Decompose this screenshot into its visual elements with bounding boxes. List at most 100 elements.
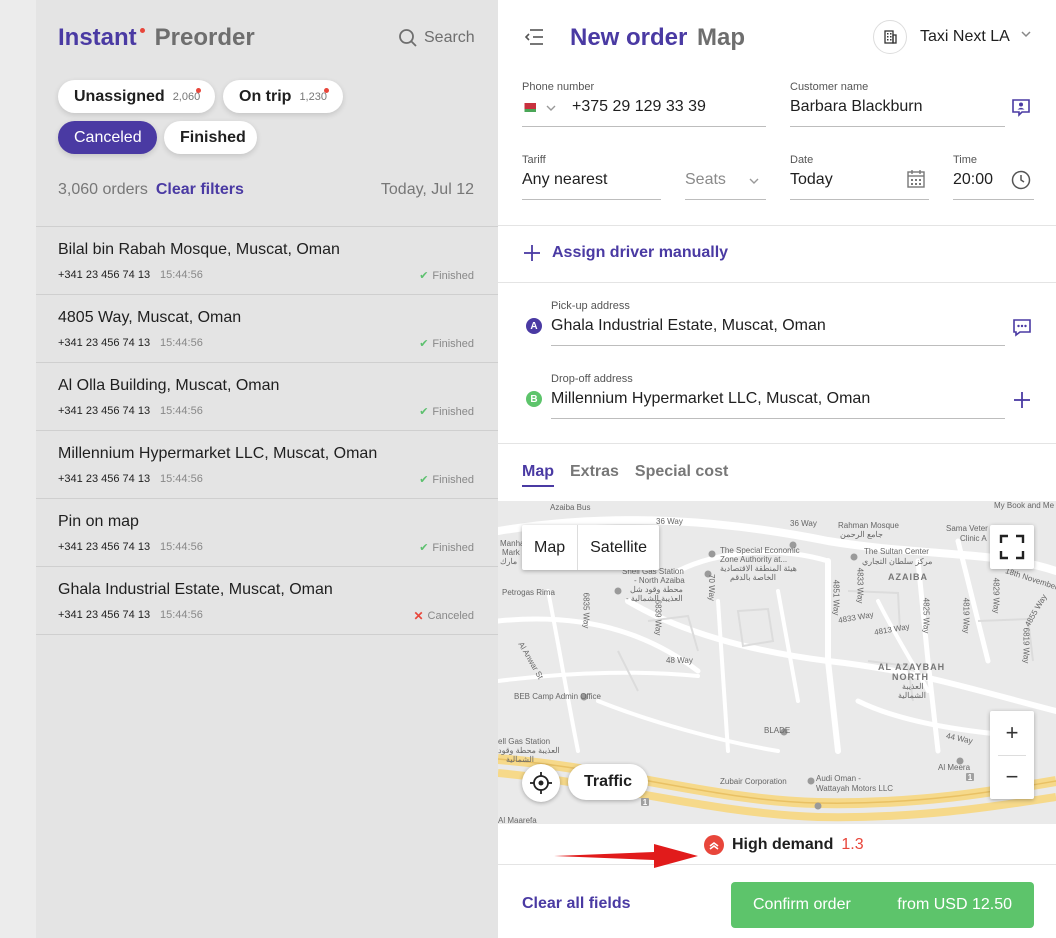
map-label: 4833 Way — [855, 567, 865, 604]
filter-on-trip[interactable]: On trip 1,230 — [223, 80, 343, 113]
notification-dot — [196, 88, 201, 93]
order-row[interactable]: 4805 Way, Muscat, Oman +341 23 456 74 13… — [36, 295, 498, 363]
phone-field[interactable]: Phone number +375 29 129 33 39 — [522, 81, 766, 127]
clear-all-fields-button[interactable]: Clear all fields — [522, 895, 631, 913]
chevron-down-icon[interactable] — [546, 105, 556, 112]
status-label: Finished — [432, 269, 474, 282]
traffic-toggle[interactable]: Traffic — [568, 764, 649, 800]
filter-finished[interactable]: Finished — [164, 121, 257, 154]
order-row[interactable]: Millennium Hypermarket LLC, Muscat, Oman… — [36, 431, 498, 499]
check-icon: ✔ — [419, 270, 429, 282]
check-icon: ✔ — [419, 338, 429, 350]
divider — [498, 225, 1056, 226]
map-type-satellite[interactable]: Satellite — [578, 525, 659, 570]
order-row[interactable]: Pin on map +341 23 456 74 13 15:44:56 ✔ F… — [36, 499, 498, 567]
assign-driver-label: Assign driver manually — [552, 244, 729, 261]
map-label: Zubair Corporation — [720, 777, 787, 786]
date-field[interactable]: Date Today — [790, 154, 929, 200]
order-address: Millennium Hypermarket LLC, Muscat, Oman — [58, 445, 378, 462]
filter-label: On trip — [239, 87, 292, 105]
contact-card-icon[interactable] — [1011, 97, 1031, 117]
map-label: Sama Veter — [946, 524, 988, 533]
map-label: 4819 Way — [961, 597, 971, 634]
order-phone: +341 23 456 74 13 — [58, 337, 151, 349]
seats-select[interactable]: Seats — [685, 154, 766, 200]
tab-instant[interactable]: Instant — [58, 24, 145, 52]
clock-icon[interactable] — [1011, 170, 1031, 190]
map-label: AZAIBA — [888, 572, 928, 582]
map-type-map[interactable]: Map — [522, 525, 577, 570]
tab-special-cost[interactable]: Special cost — [635, 463, 728, 487]
order-time: 15:44:56 — [160, 337, 203, 349]
map-label: العذيبة محطة وقود — [498, 746, 560, 755]
notification-dot — [139, 28, 145, 33]
map-label: Al Maarefa — [498, 816, 537, 824]
order-phone: +341 23 456 74 13 — [58, 541, 151, 553]
tariff-value: Any nearest — [522, 171, 608, 188]
map-label: 1 — [967, 773, 973, 782]
chevron-down-icon[interactable] — [1020, 30, 1032, 38]
zoom-out-button[interactable]: − — [990, 755, 1034, 799]
order-phone: +341 23 456 74 13 — [58, 269, 151, 281]
map-label: Wattayah Motors LLC — [816, 784, 894, 793]
confirm-price: from USD 12.50 — [897, 896, 1012, 913]
filter-label: Unassigned — [74, 87, 165, 105]
order-header: New order Map Taxi Next LA — [498, 0, 1056, 74]
search-button[interactable]: Search — [398, 28, 475, 48]
organization-name[interactable]: Taxi Next LA — [920, 28, 1010, 46]
map-label: Azaiba Bus — [550, 503, 591, 512]
map-label: Audi Oman - — [816, 774, 861, 783]
order-phone: +341 23 456 74 13 — [58, 609, 151, 621]
map-label: 4851 Way — [831, 579, 841, 616]
orders-date: Today, Jul 12 — [380, 181, 474, 198]
order-list: Bilal bin Rabah Mosque, Muscat, Oman +34… — [36, 226, 498, 635]
tab-preorder[interactable]: Preorder — [155, 24, 255, 52]
order-status: ✔ Finished — [419, 473, 474, 487]
map-label: الشمالية — [898, 691, 926, 700]
annotation-arrow-icon — [554, 844, 698, 868]
map-label: جامع الرحمن — [840, 530, 883, 539]
customer-label: Customer name — [790, 81, 869, 93]
confirm-order-button[interactable]: Confirm order from USD 12.50 — [731, 882, 1034, 928]
demand-label: High demand — [732, 836, 834, 853]
time-label: Time — [953, 154, 978, 166]
assign-driver-button[interactable]: Assign driver manually — [522, 243, 728, 263]
check-icon: ✔ — [419, 474, 429, 486]
check-icon: ✔ — [419, 406, 429, 418]
surge-icon — [704, 835, 724, 855]
tab-extras[interactable]: Extras — [570, 463, 619, 487]
order-row[interactable]: Ghala Industrial Estate, Muscat, Oman +3… — [36, 567, 498, 635]
filter-unassigned[interactable]: Unassigned 2,060 — [58, 80, 215, 113]
map-label: Manha — [500, 539, 525, 548]
pickup-address-field[interactable]: Pick-up address Ghala Industrial Estate,… — [551, 300, 1005, 346]
tab-map-view[interactable]: Map — [522, 463, 554, 487]
flag-icon[interactable] — [522, 103, 536, 112]
route-map[interactable]: Azaiba Bus 36 Way 36 Way Rahman Mosque ج… — [498, 501, 1056, 824]
divider — [498, 443, 1056, 444]
tariff-field[interactable]: Tariff Any nearest — [522, 154, 661, 200]
map-label: Mark — [502, 548, 520, 557]
customer-name-field[interactable]: Customer name Barbara Blackburn — [790, 81, 1005, 127]
order-row[interactable]: Al Olla Building, Muscat, Oman +341 23 4… — [36, 363, 498, 431]
organization-avatar[interactable] — [873, 20, 907, 54]
clear-filters-link[interactable]: Clear filters — [156, 181, 244, 199]
order-row[interactable]: Bilal bin Rabah Mosque, Muscat, Oman +34… — [36, 227, 498, 295]
add-stop-icon[interactable] — [1012, 390, 1032, 410]
time-field[interactable]: Time 20:00 — [953, 154, 1034, 200]
comment-icon[interactable] — [1012, 317, 1032, 337]
tab-map[interactable]: Map — [697, 24, 745, 52]
zoom-in-button[interactable]: + — [990, 711, 1034, 755]
dropoff-value: Millennium Hypermarket LLC, Muscat, Oman — [551, 390, 871, 407]
dropoff-address-field[interactable]: Drop-off address Millennium Hypermarket … — [551, 373, 1005, 419]
map-label: Al Meera — [938, 763, 971, 772]
tab-new-order[interactable]: New order — [570, 24, 687, 52]
calendar-icon[interactable] — [906, 169, 926, 189]
fullscreen-button[interactable] — [990, 525, 1034, 569]
filter-canceled[interactable]: Canceled — [58, 121, 157, 154]
my-location-button[interactable] — [522, 764, 560, 802]
orders-count: 3,060 orders — [58, 181, 148, 198]
collapse-menu-icon[interactable] — [524, 28, 544, 46]
pickup-label: Pick-up address — [551, 300, 630, 312]
filter-count: 1,230 — [299, 90, 327, 103]
map-label: 6839 Way — [653, 599, 663, 636]
